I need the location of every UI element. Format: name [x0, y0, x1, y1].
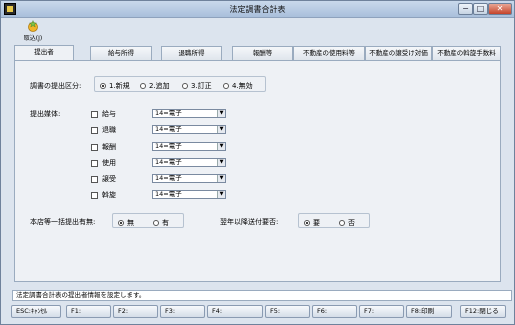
- esc-cancel-button[interactable]: ESC:ｷｬﾝｾﾙ: [11, 305, 61, 318]
- media-select[interactable]: 14=電子 ▼: [152, 142, 226, 151]
- close-button[interactable]: ✕: [488, 3, 512, 15]
- submission-type-option[interactable]: 4.無効: [223, 81, 253, 91]
- import-button[interactable]: 取込(J): [21, 20, 45, 44]
- chevron-down-icon: ▼: [217, 143, 225, 150]
- tab-bar: 提出者 給与所得 退職所得 報酬等 不動産の使用料等 不動産の譲受け対価 不動産…: [14, 45, 501, 60]
- f12-close-button[interactable]: F12:閉じる: [460, 305, 506, 318]
- tab-salary[interactable]: 給与所得: [90, 46, 152, 60]
- checkbox-icon: [91, 110, 98, 118]
- radio-icon: [153, 220, 159, 226]
- checkbox-icon: [91, 126, 98, 134]
- media-select[interactable]: 14=電子 ▼: [152, 174, 226, 183]
- f4-button[interactable]: F4:: [207, 305, 263, 318]
- batch-submission-group: 無 有: [112, 213, 184, 228]
- chevron-down-icon: ▼: [217, 110, 225, 117]
- maximize-button[interactable]: □: [473, 3, 488, 15]
- radio-selected-icon: [118, 220, 124, 226]
- media-checkbox[interactable]: 給与: [91, 109, 116, 119]
- tab-remuneration[interactable]: 報酬等: [232, 46, 293, 60]
- f6-button[interactable]: F6:: [312, 305, 357, 318]
- f7-button[interactable]: F7:: [359, 305, 404, 318]
- media-select[interactable]: 14=電子 ▼: [152, 125, 226, 134]
- star-import-icon: [28, 20, 38, 32]
- status-bar: 法定調書合計表の提出者情報を設定します。: [12, 290, 512, 301]
- radio-selected-icon: [304, 220, 310, 226]
- title-bar: 法定調書合計表 − □ ✕: [1, 1, 514, 18]
- submission-type-option[interactable]: 2.追加: [140, 81, 170, 91]
- radio-icon: [182, 83, 188, 89]
- submission-type-option[interactable]: 3.訂正: [182, 81, 212, 91]
- f5-button[interactable]: F5:: [265, 305, 310, 318]
- radio-icon: [339, 220, 345, 226]
- minimize-button[interactable]: −: [458, 3, 473, 15]
- chevron-down-icon: ▼: [217, 126, 225, 133]
- radio-icon: [223, 83, 229, 89]
- checkbox-icon: [91, 191, 98, 199]
- media-checkbox[interactable]: 使用: [91, 158, 116, 168]
- batch-submission-label: 本店等一括提出有無:: [30, 218, 96, 226]
- checkbox-icon: [91, 175, 98, 183]
- batch-submission-option[interactable]: 無: [118, 218, 134, 228]
- main-window: 法定調書合計表 − □ ✕ 取込(J) 提出者 給与所得 退職所得 報酬等 不動…: [0, 0, 515, 325]
- tab-property-transfer[interactable]: 不動産の譲受け対価: [365, 46, 432, 60]
- f8-print-button[interactable]: F8:印刷: [406, 305, 452, 318]
- media-checkbox[interactable]: 斡旋: [91, 190, 116, 200]
- next-year-form-label: 翌年以降送付要否:: [220, 218, 279, 226]
- radio-selected-icon: [100, 83, 106, 89]
- submission-type-group: 1.新規 2.追加 3.訂正 4.無効: [94, 76, 266, 92]
- submission-type-label: 調書の提出区分:: [30, 82, 82, 90]
- tab-property-rent[interactable]: 不動産の使用料等: [293, 46, 365, 60]
- media-checkbox[interactable]: 退職: [91, 125, 116, 135]
- radio-icon: [140, 83, 146, 89]
- media-select[interactable]: 14=電子 ▼: [152, 190, 226, 199]
- tab-retirement[interactable]: 退職所得: [161, 46, 222, 60]
- submitter-panel: 調書の提出区分: 1.新規 2.追加 3.訂正 4.無効 提出媒体: 給与 14…: [14, 60, 501, 282]
- chevron-down-icon: ▼: [217, 175, 225, 182]
- media-checkbox[interactable]: 報酬: [91, 142, 116, 152]
- chevron-down-icon: ▼: [217, 191, 225, 198]
- f2-button[interactable]: F2:: [113, 305, 158, 318]
- f1-button[interactable]: F1:: [66, 305, 111, 318]
- chevron-down-icon: ▼: [217, 159, 225, 166]
- tab-property-brokerage[interactable]: 不動産の斡旋手数料: [432, 46, 501, 60]
- media-checkbox[interactable]: 譲受: [91, 174, 116, 184]
- next-year-form-option[interactable]: 要: [304, 218, 320, 228]
- batch-submission-option[interactable]: 有: [153, 218, 169, 228]
- window-title: 法定調書合計表: [229, 5, 286, 14]
- f3-button[interactable]: F3:: [160, 305, 205, 318]
- submission-type-option[interactable]: 1.新規: [100, 81, 130, 91]
- checkbox-icon: [91, 143, 98, 151]
- media-label: 提出媒体:: [30, 110, 61, 118]
- tab-submitter[interactable]: 提出者: [14, 45, 74, 60]
- media-select[interactable]: 14=電子 ▼: [152, 109, 226, 118]
- import-label: 取込(J): [23, 35, 43, 42]
- next-year-form-option[interactable]: 否: [339, 218, 355, 228]
- checkbox-icon: [91, 159, 98, 167]
- media-select[interactable]: 14=電子 ▼: [152, 158, 226, 167]
- next-year-form-group: 要 否: [298, 213, 370, 228]
